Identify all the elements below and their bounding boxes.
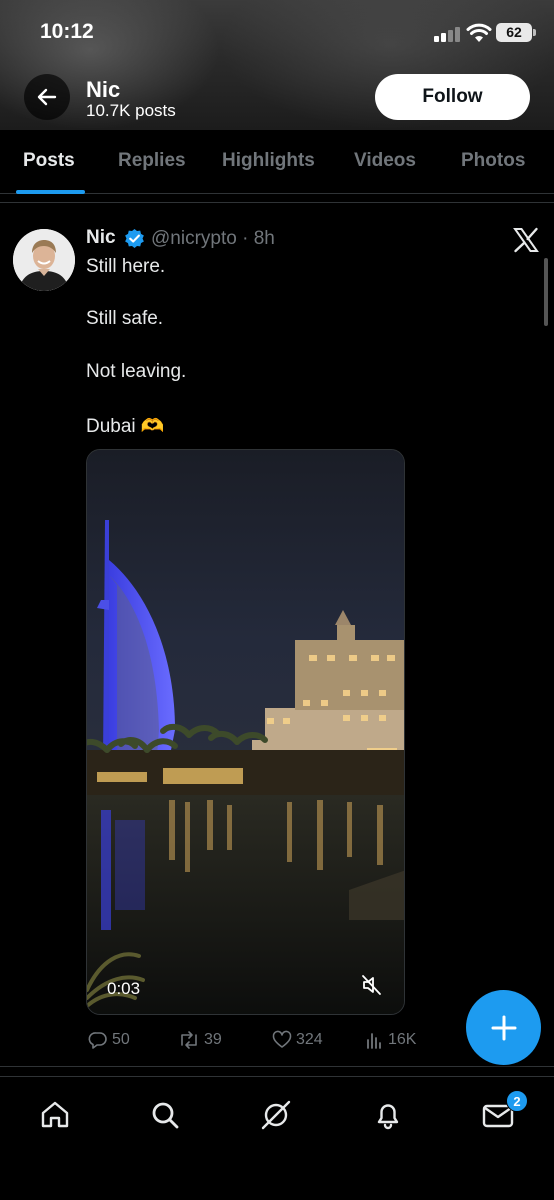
reply-icon [88,1032,107,1049]
like-count: 324 [296,1031,323,1048]
battery-indicator: 62 [496,23,536,42]
back-arrow-icon [37,88,57,106]
nav-home[interactable] [37,1097,73,1133]
reply-button[interactable]: 50 [88,1028,130,1052]
posts-count: 10.7K posts [86,101,176,120]
tab-replies[interactable]: Replies [118,150,186,172]
tab-photos[interactable]: Photos [461,150,525,172]
tab-posts[interactable]: Posts [23,150,75,172]
bottom-nav [0,1076,554,1200]
post-text-line: Still safe. [86,308,164,329]
profile-header: 10:12 62 Nic 10.7K posts Follow [0,0,554,130]
mute-icon[interactable] [360,974,384,996]
compose-button[interactable] [466,990,541,1065]
repost-count: 39 [204,1031,222,1048]
repost-icon [181,1031,197,1049]
avatar[interactable] [13,229,75,291]
post-handle-time: @nicrypto · 8h [151,228,275,249]
divider [0,1066,554,1067]
messages-badge: 2 [506,1090,528,1112]
repost-button[interactable]: 39 [178,1028,222,1052]
back-button[interactable] [24,74,70,120]
nav-grok[interactable] [258,1097,294,1133]
verified-icon [125,228,144,249]
tab-videos[interactable]: Videos [354,150,416,172]
profile-tabs: Posts Replies Highlights Videos Photos [0,130,554,194]
post-video[interactable]: 0:03 [86,449,405,1015]
nav-search[interactable] [147,1097,183,1133]
profile-page: 10:12 62 Nic 10.7K posts Follow Posts Re… [0,0,554,1200]
wifi-icon [466,23,492,42]
home-icon [41,1101,69,1128]
post-author[interactable]: Nic [86,227,116,249]
post-text-line: Still here. [86,256,166,277]
follow-button[interactable]: Follow [375,74,530,120]
views-button[interactable]: 16K [366,1028,416,1052]
views-count: 16K [388,1031,417,1048]
signal-icon [434,26,462,42]
nav-notifications[interactable] [370,1097,406,1133]
grok-icon [261,1100,291,1130]
x-logo-icon[interactable] [512,226,540,254]
profile-name: Nic [86,77,121,102]
notifications-icon [377,1104,399,1130]
divider [0,202,554,203]
scrollbar[interactable] [544,258,548,326]
like-icon [272,1030,292,1048]
post-text-line: Dubai 🫶 [86,416,165,437]
status-bar: 10:12 62 [0,0,554,64]
tab-highlights[interactable]: Highlights [222,150,315,172]
reply-count: 50 [112,1031,130,1048]
like-button[interactable]: 324 [272,1028,323,1052]
video-duration: 0:03 [107,979,141,998]
views-icon [367,1033,381,1049]
status-time: 10:12 [40,20,94,43]
post-text-line: Not leaving. [86,361,187,382]
search-icon [152,1102,179,1129]
active-tab-indicator [16,190,85,194]
compose-plus-icon [491,1015,516,1040]
